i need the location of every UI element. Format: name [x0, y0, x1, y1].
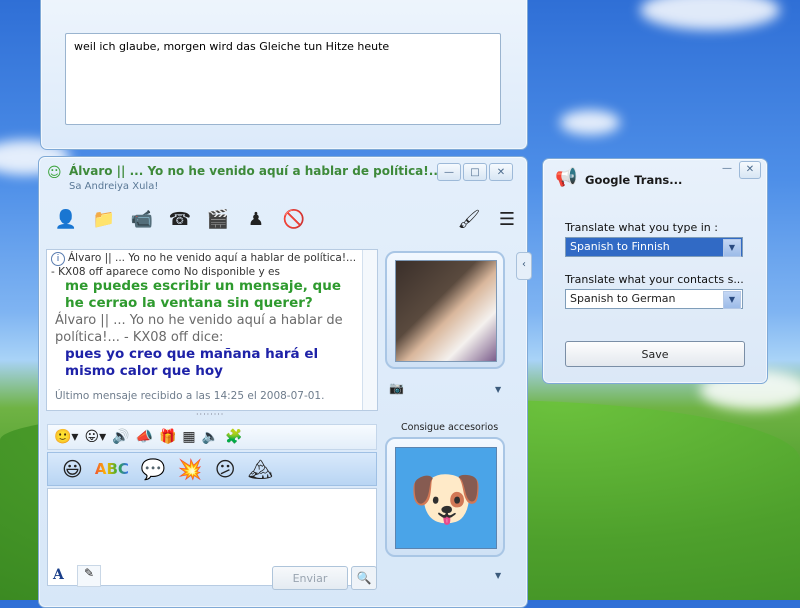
- webcam-icon[interactable]: 📷: [389, 381, 404, 395]
- translate-window-title: Google Trans...: [585, 173, 683, 187]
- resize-grip[interactable]: ········: [196, 410, 224, 419]
- quick-emoticons-bar: 😃 ABC 💬 💥 😕 🏔: [47, 452, 377, 486]
- confused-emoticon-icon[interactable]: 😕: [215, 457, 236, 481]
- chevron-down-icon[interactable]: ▼: [495, 385, 501, 394]
- background-icon[interactable]: ▦: [182, 429, 195, 445]
- sound-icon[interactable]: 🔈: [202, 429, 219, 445]
- contact-display-picture[interactable]: [385, 251, 505, 369]
- maximize-button[interactable]: □: [463, 163, 487, 181]
- last-message-status: Último mensaje recibido a las 14:25 el 2…: [55, 390, 325, 402]
- translate-logo-icon: 📢: [555, 167, 578, 188]
- collapse-panel-icon[interactable]: ‹: [516, 252, 532, 280]
- chevron-down-icon[interactable]: ▼: [723, 239, 741, 257]
- puzzle-icon[interactable]: 🧩: [225, 429, 242, 445]
- label-translate-you: Translate what you type in :: [565, 221, 718, 234]
- close-button[interactable]: ✕: [489, 163, 513, 181]
- google-translate-window: 📢 Google Trans... — ✕ Translate what you…: [542, 158, 768, 384]
- phone-call-icon[interactable]: ☎: [163, 205, 197, 233]
- share-files-icon[interactable]: 📁: [87, 205, 121, 233]
- chevron-down-icon[interactable]: ▼: [495, 571, 501, 580]
- options-icon[interactable]: ☰: [490, 205, 524, 233]
- block-contact-icon[interactable]: 🚫: [277, 205, 311, 233]
- title-bar[interactable]: ☺ Álvaro || ... Yo no he venido aquí a h…: [45, 161, 521, 192]
- window-subtitle: Sa Andreiya Xula!: [69, 181, 159, 192]
- message-sender: Álvaro || ... Yo no he venido aquí a hab…: [55, 313, 343, 345]
- abc-icon[interactable]: ABC: [95, 460, 129, 478]
- label-translate-contacts: Translate what your contacts s...: [565, 273, 744, 286]
- invite-contact-icon[interactable]: 👤: [49, 205, 83, 233]
- send-button[interactable]: Enviar: [272, 566, 348, 590]
- chat-window: ☺ Álvaro || ... Yo no he venido aquí a h…: [38, 156, 528, 608]
- conversation-pane[interactable]: i Álvaro || ... Yo no he venido aquí a ha…: [46, 249, 378, 411]
- font-button[interactable]: A: [53, 567, 64, 583]
- search-icon[interactable]: 🔍: [351, 566, 377, 590]
- winks-gift-icon[interactable]: 🎁: [159, 429, 176, 445]
- video-call-icon[interactable]: 📹: [125, 205, 159, 233]
- voice-clip-icon[interactable]: 🔊: [112, 429, 129, 445]
- dog-avatar-icon: 🐶: [395, 447, 497, 549]
- wink-icon[interactable]: 😛▾: [84, 429, 106, 445]
- chevron-down-icon[interactable]: ▼: [723, 291, 741, 309]
- buddy-icon: ☺: [47, 165, 62, 181]
- info-icon: i: [51, 252, 65, 266]
- toolbar: 👤 📁 📹 ☎ 🎬 ♟ 🚫 🖌 ☰: [45, 201, 524, 237]
- save-button[interactable]: Save: [565, 341, 745, 367]
- own-display-picture[interactable]: 🐶: [385, 437, 505, 557]
- emoticon-toolbar: 🙂▾ 😛▾ 🔊 📣 🎁 ▦ 🔈 🧩: [47, 424, 377, 450]
- speech-bubble-icon[interactable]: 💬: [141, 457, 166, 481]
- select-translate-contacts[interactable]: Spanish to German ▼: [565, 289, 743, 309]
- handwriting-icon[interactable]: ✎: [77, 565, 101, 587]
- minimize-button[interactable]: —: [437, 163, 461, 181]
- top-chat-window: weil ich glaube, morgen wird das Gleiche…: [40, 0, 528, 150]
- status-info-line: i Álvaro || ... Yo no he venido aquí a ha…: [51, 252, 357, 278]
- message-1: me puedes escribir un mensaje, que he ce…: [65, 278, 341, 311]
- message-2: pues yo creo que mañana hará el mismo ca…: [65, 346, 319, 379]
- minimize-button[interactable]: —: [717, 163, 737, 177]
- accessories-label[interactable]: Consigue accesorios: [401, 422, 498, 433]
- close-button[interactable]: ✕: [739, 161, 761, 179]
- message-text[interactable]: weil ich glaube, morgen wird das Gleiche…: [65, 33, 501, 125]
- landscape-icon[interactable]: 🏔: [248, 457, 273, 481]
- conversation-scrollbar[interactable]: [362, 250, 377, 410]
- contact-photo: [395, 260, 497, 362]
- games-icon[interactable]: ♟: [239, 205, 273, 233]
- smile-emoticon-icon[interactable]: 😃: [62, 457, 83, 481]
- emoticon-icon[interactable]: 🙂▾: [54, 429, 78, 445]
- splash-icon[interactable]: 💥: [178, 457, 203, 481]
- window-title: Álvaro || ... Yo no he venido aquí a hab…: [69, 164, 457, 178]
- nudge-icon[interactable]: 📣: [136, 429, 153, 445]
- media-icon[interactable]: 🎬: [201, 205, 235, 233]
- select-translate-you[interactable]: Spanish to Finnish ▼: [565, 237, 743, 257]
- paint-brush-icon[interactable]: 🖌: [452, 205, 486, 233]
